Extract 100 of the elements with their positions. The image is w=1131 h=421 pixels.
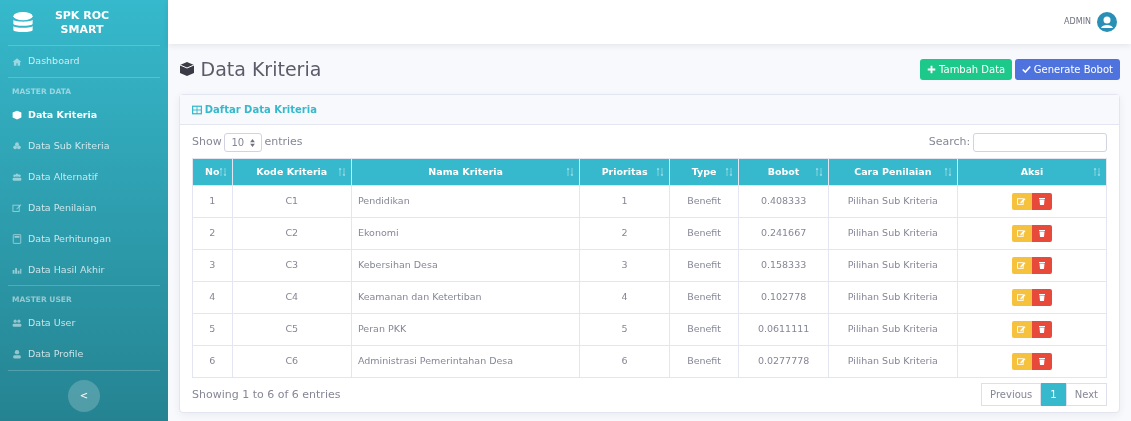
card-title: Daftar Data Kriteria (204, 103, 317, 117)
pagination-link[interactable]: Previous (981, 383, 1042, 407)
edit-button[interactable] (1011, 256, 1032, 274)
sidebar-item[interactable]: Dashboard (8, 46, 160, 77)
table-cell: Benefit (669, 217, 739, 250)
users-icon (12, 318, 22, 328)
sort-icon (944, 167, 951, 176)
table-cell: Benefit (669, 249, 739, 282)
edit-button[interactable] (1011, 192, 1032, 210)
table-cell: Benefit (669, 281, 739, 314)
table-cell: 0.0277778 (738, 345, 829, 378)
edit-icon (1017, 356, 1027, 366)
cube-icon (179, 61, 195, 77)
table-cell: Pilihan Sub Kriteria (828, 185, 958, 218)
delete-button[interactable] (1031, 192, 1052, 210)
table-cell: Pilihan Sub Kriteria (828, 249, 958, 282)
column-header[interactable]: No (205, 164, 220, 179)
delete-button[interactable] (1031, 256, 1052, 274)
edit-button[interactable] (1011, 224, 1032, 242)
table-cell: C3 (232, 249, 352, 282)
sort-icon (656, 167, 663, 176)
trash-icon (1037, 228, 1046, 238)
table-cell: C5 (232, 313, 352, 346)
table-cell: 5 (192, 313, 233, 346)
table-cell: 4 (192, 281, 233, 314)
table-cell: Pilihan Sub Kriteria (828, 313, 958, 346)
table-cell: Benefit (669, 313, 739, 346)
brand-name: SPK ROC SMART (53, 9, 111, 36)
home-icon (12, 56, 22, 67)
delete-button[interactable] (1031, 352, 1052, 370)
sidebar-toggle-button[interactable]: < (68, 379, 100, 412)
calculator-icon (12, 233, 22, 244)
table-cell: C6 (232, 345, 352, 378)
edit-button[interactable] (1011, 352, 1032, 370)
delete-button[interactable] (1031, 320, 1052, 338)
user-avatar-icon (1097, 12, 1117, 32)
edit-icon (1017, 228, 1027, 238)
pagination-link[interactable]: Next (1065, 383, 1107, 407)
page-title: Data Kriteria (200, 57, 322, 81)
search-label: Search: (928, 134, 971, 151)
table-cell: 2 (192, 217, 233, 250)
table-icon (192, 104, 202, 115)
column-header[interactable]: Nama Kriteria (428, 164, 503, 179)
add-data-button[interactable]: Tambah Data (920, 58, 1013, 80)
table-cell: Keamanan dan Ketertiban (351, 281, 580, 314)
sidebar-item[interactable]: Data Penilaian (8, 192, 160, 224)
check-icon (1022, 64, 1031, 74)
sidebar-item[interactable]: Data User (8, 307, 160, 339)
table-cell: Pendidikan (351, 185, 580, 218)
table-cell: C2 (232, 217, 352, 250)
sort-icon (567, 167, 574, 176)
page-size-select[interactable]: 10 (224, 133, 262, 152)
table-cell: 5 (579, 313, 670, 346)
table-cell: Benefit (669, 345, 739, 378)
delete-button[interactable] (1031, 288, 1052, 306)
trash-icon (1037, 260, 1046, 270)
column-header[interactable]: Bobot (767, 164, 800, 179)
column-header[interactable]: Aksi (1020, 164, 1044, 179)
table-cell: Pilihan Sub Kriteria (828, 345, 958, 378)
cluster-icon (12, 140, 22, 151)
user-name: ADMIN (1064, 16, 1091, 28)
sort-icon (815, 167, 822, 176)
sidebar-item[interactable]: Data Kriteria (8, 99, 160, 131)
edit-icon (1017, 260, 1027, 270)
sidebar-item[interactable]: Data Hasil Akhir (8, 254, 160, 286)
table-cell: 0.158333 (738, 249, 829, 282)
sidebar-item[interactable]: Data Sub Kriteria (8, 130, 160, 162)
sort-icon (1094, 167, 1100, 176)
trash-icon (1037, 196, 1046, 206)
show-label: Show (192, 134, 222, 151)
sort-icon (338, 167, 345, 176)
table-cell: C1 (232, 185, 352, 218)
table-cell: Ekonomi (351, 217, 580, 250)
table-cell: Peran PKK (351, 313, 580, 346)
table-cell: Kebersihan Desa (351, 249, 580, 282)
sort-icon (726, 167, 733, 176)
table-cell: 0.102778 (738, 281, 829, 314)
search-field[interactable] (973, 133, 1107, 152)
generate-button[interactable]: Generate Bobot (1015, 58, 1120, 80)
table-cell: 6 (192, 345, 233, 378)
table-cell: 0.0611111 (738, 313, 829, 346)
table-cell: 0.241667 (738, 217, 829, 250)
table-cell: 4 (579, 281, 670, 314)
sidebar-item[interactable]: Data Alternatif (8, 161, 160, 193)
delete-button[interactable] (1031, 224, 1052, 242)
pagination-link[interactable]: 1 (1041, 383, 1066, 407)
entries-label: entries (264, 134, 303, 151)
trash-icon (1037, 356, 1046, 366)
table-cell: C4 (232, 281, 352, 314)
table-cell: Pilihan Sub Kriteria (828, 281, 958, 314)
sidebar-item[interactable]: Data Perhitungan (8, 223, 160, 255)
edit-button[interactable] (1011, 320, 1032, 338)
sidebar-item[interactable]: Data Profile (8, 338, 160, 370)
table-cell: 6 (579, 345, 670, 378)
table-cell: 3 (579, 249, 670, 282)
user-icon (12, 349, 22, 359)
trash-icon (1037, 292, 1046, 302)
table-cell: Pilihan Sub Kriteria (828, 217, 958, 250)
column-header[interactable]: Type (691, 164, 717, 179)
edit-button[interactable] (1011, 288, 1032, 306)
